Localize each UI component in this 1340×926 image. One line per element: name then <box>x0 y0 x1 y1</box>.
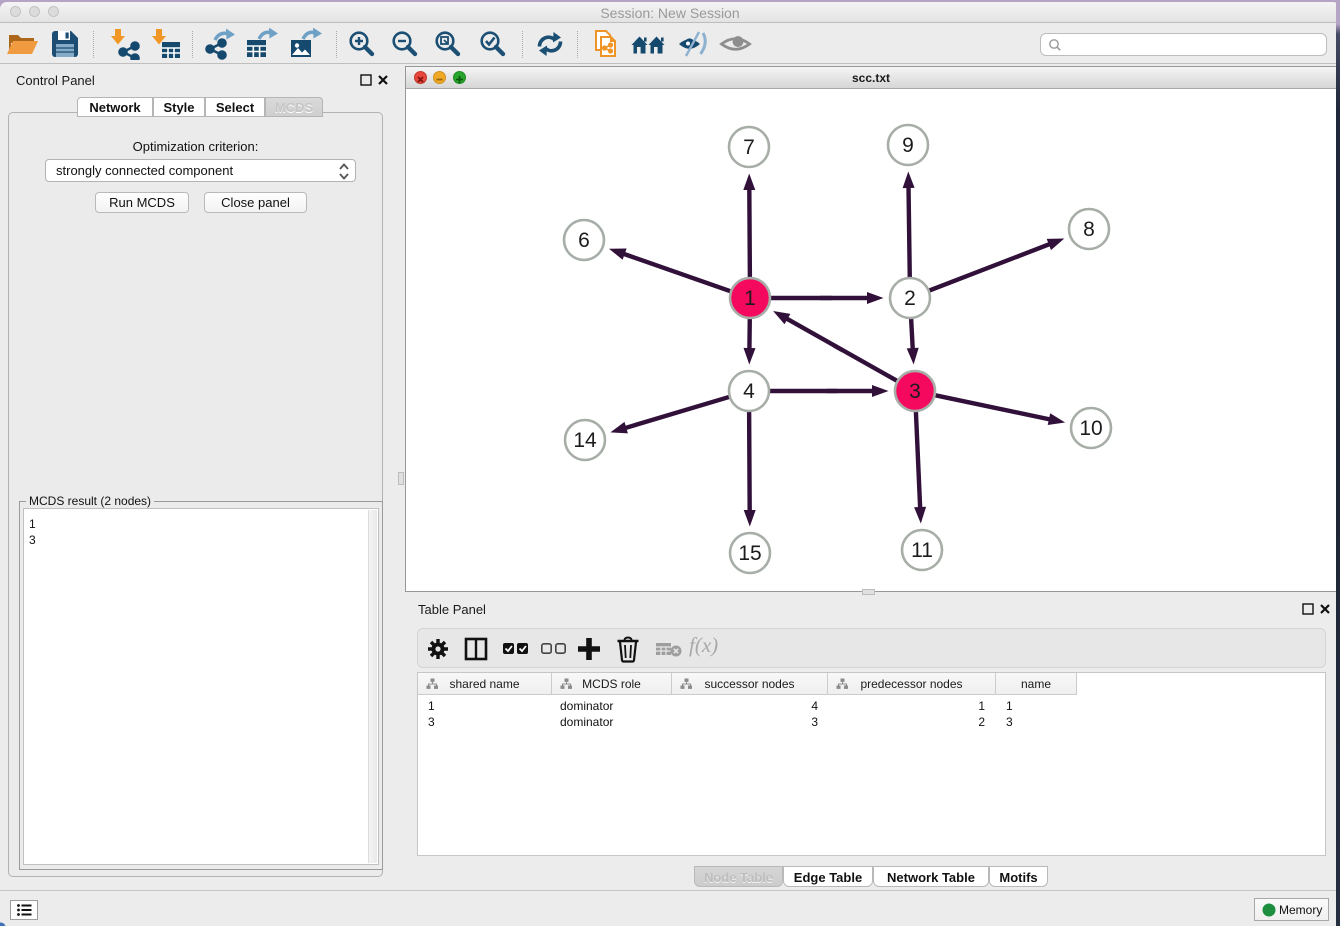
svg-text:6: 6 <box>578 229 590 252</box>
svg-text:15: 15 <box>738 542 761 565</box>
svg-text:4: 4 <box>743 380 755 403</box>
svg-text:2: 2 <box>904 287 916 310</box>
svg-text:9: 9 <box>902 134 914 157</box>
svg-text:7: 7 <box>743 136 755 159</box>
svg-text:1: 1 <box>744 287 756 310</box>
svg-text:10: 10 <box>1079 417 1102 440</box>
svg-text:14: 14 <box>573 429 597 452</box>
svg-text:11: 11 <box>911 539 933 562</box>
svg-text:8: 8 <box>1083 218 1095 241</box>
svg-text:3: 3 <box>909 380 921 403</box>
